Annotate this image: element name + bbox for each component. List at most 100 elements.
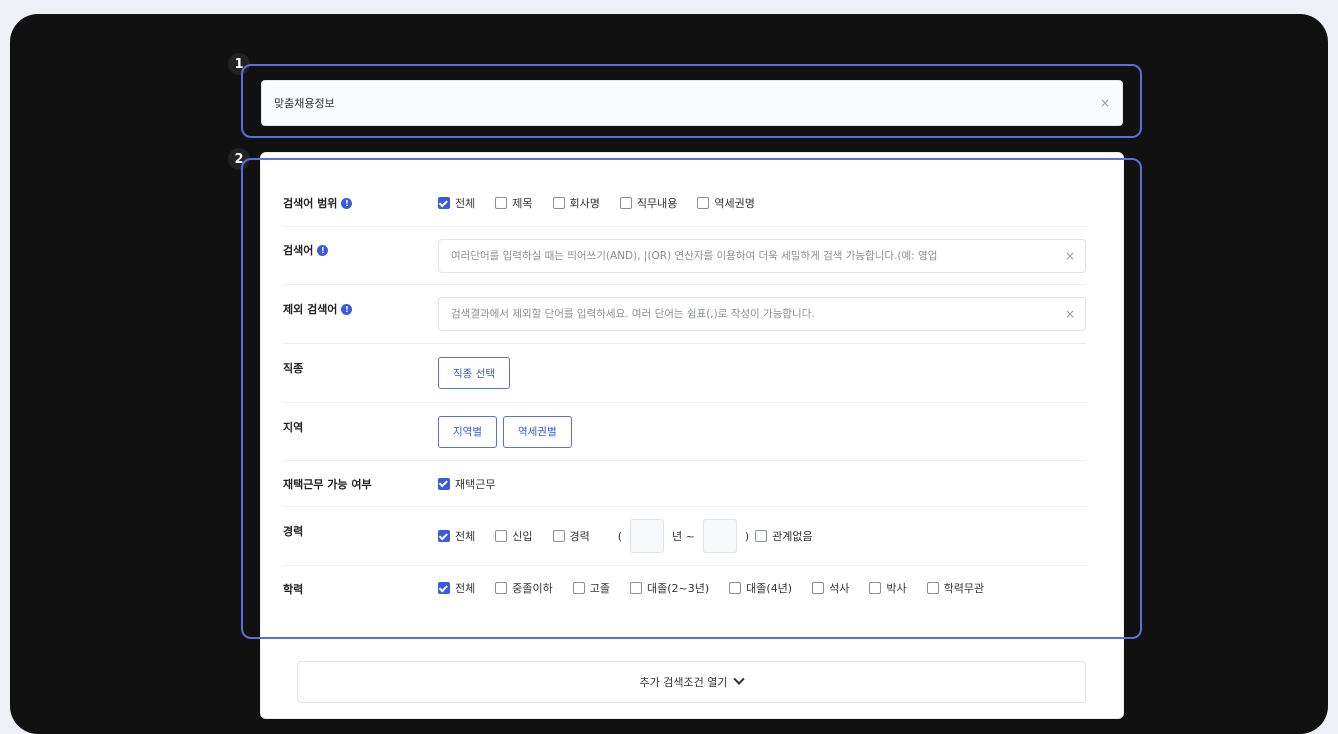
saved-search-name[interactable]: 맞춤채용정보 × bbox=[261, 80, 1123, 126]
checkbox[interactable] bbox=[755, 530, 768, 542]
region-by-area-button[interactable]: 지역별 bbox=[438, 415, 497, 448]
keyword-label: 검색어 ! bbox=[283, 227, 438, 258]
clear-saved-name-icon[interactable]: × bbox=[1100, 96, 1110, 110]
option-label: 신입 bbox=[512, 530, 533, 543]
clear-exclude-keyword-icon[interactable]: × bbox=[1065, 307, 1075, 321]
row-search-scope: 검색어 범위 ! 전체 제목 회사명 직무내용 역세권명 bbox=[283, 180, 1086, 227]
option-label: 석사 bbox=[829, 582, 850, 595]
checkbox[interactable] bbox=[729, 582, 742, 594]
checkbox-checked[interactable] bbox=[438, 477, 450, 490]
checkbox[interactable] bbox=[552, 530, 565, 542]
scope-option-station[interactable]: 역세권명 bbox=[697, 195, 755, 211]
job-type-label: 직종 bbox=[283, 362, 304, 375]
career-min-years-input[interactable] bbox=[630, 519, 665, 553]
keyword-field: × bbox=[438, 238, 1086, 273]
remote-work-label: 재택근무 가능 여부 bbox=[283, 477, 372, 491]
option-label: 대졸(4년) bbox=[746, 582, 793, 595]
saved-search-name-text: 맞춤채용정보 bbox=[274, 97, 335, 110]
option-label: 전체 bbox=[455, 582, 476, 595]
keyword-label-text: 검색어 bbox=[283, 244, 314, 257]
row-education: 학력 전체 중졸이하 고졸 대졸(2~3년) 대졸(4년) 석사 박사 학력무관 bbox=[283, 566, 1086, 634]
region-label: 지역 bbox=[283, 421, 304, 434]
career-option-experienced[interactable]: 경력 bbox=[552, 528, 590, 544]
career-option-new[interactable]: 신입 bbox=[495, 528, 533, 544]
search-scope-label: 검색어 범위 ! bbox=[283, 195, 438, 211]
scope-option-title[interactable]: 제목 bbox=[495, 195, 533, 211]
education-label: 학력 bbox=[283, 583, 304, 596]
row-exclude-keyword: 제외 검색어 ! × bbox=[283, 285, 1086, 344]
career-label: 경력 bbox=[283, 525, 304, 538]
info-icon[interactable]: ! bbox=[341, 303, 353, 315]
education-option-doctor[interactable]: 박사 bbox=[869, 580, 907, 596]
career-option-all[interactable]: 전체 bbox=[438, 528, 475, 544]
keyword-input[interactable] bbox=[449, 248, 1059, 263]
option-label: 학력무관 bbox=[943, 582, 985, 595]
option-label: 전체 bbox=[455, 197, 476, 210]
option-label: 직무내용 bbox=[636, 197, 678, 210]
option-label: 제목 bbox=[512, 197, 533, 210]
checkbox-checked[interactable] bbox=[438, 197, 450, 209]
region-controls: 지역별 역세권별 bbox=[438, 415, 578, 448]
more-search-conditions-label: 추가 검색조건 열기 bbox=[639, 676, 728, 689]
checkbox[interactable] bbox=[495, 197, 508, 209]
career-paren-close: ) bbox=[744, 529, 750, 543]
education-option-college-4[interactable]: 대졸(4년) bbox=[729, 580, 792, 596]
checkbox[interactable] bbox=[697, 197, 710, 209]
exclude-keyword-label-text: 제외 검색어 bbox=[283, 303, 338, 316]
checkbox[interactable] bbox=[629, 582, 642, 594]
info-icon[interactable]: ! bbox=[317, 244, 329, 256]
info-icon[interactable]: ! bbox=[341, 197, 353, 209]
checkbox[interactable] bbox=[495, 530, 508, 542]
career-max-years-input[interactable] bbox=[702, 519, 737, 553]
search-scope-options: 전체 제목 회사명 직무내용 역세권명 bbox=[438, 195, 775, 211]
search-scope-label-text: 검색어 범위 bbox=[283, 197, 338, 210]
checkbox[interactable] bbox=[619, 197, 632, 209]
option-label: 관계없음 bbox=[772, 530, 813, 543]
checkbox-checked[interactable] bbox=[438, 582, 450, 594]
chevron-down-icon bbox=[733, 673, 746, 685]
education-option-all[interactable]: 전체 bbox=[438, 580, 475, 596]
education-option-middle[interactable]: 중졸이하 bbox=[495, 580, 553, 596]
option-label: 고졸 bbox=[589, 582, 610, 595]
option-label: 경력 bbox=[569, 530, 590, 543]
option-label: 역세권명 bbox=[714, 197, 755, 210]
row-keyword: 검색어 ! × bbox=[283, 227, 1086, 285]
checkbox[interactable] bbox=[495, 582, 508, 594]
career-year-separator: 년 ~ bbox=[672, 530, 695, 543]
row-region: 지역 지역별 역세권별 bbox=[283, 403, 1086, 461]
scope-option-all[interactable]: 전체 bbox=[438, 195, 475, 211]
checkbox[interactable] bbox=[572, 582, 585, 594]
region-by-station-button[interactable]: 역세권별 bbox=[502, 415, 572, 448]
career-options: 전체 신입 경력 ( 년 ~ ) 관계없음 bbox=[438, 519, 833, 553]
checkbox-checked[interactable] bbox=[438, 530, 450, 542]
career-paren-open: ( bbox=[617, 529, 623, 543]
checkbox[interactable] bbox=[552, 197, 565, 209]
exclude-keyword-input[interactable] bbox=[449, 307, 1059, 321]
career-option-any[interactable]: 관계없음 bbox=[755, 528, 813, 544]
checkbox[interactable] bbox=[812, 582, 825, 594]
education-options: 전체 중졸이하 고졸 대졸(2~3년) 대졸(4년) 석사 박사 학력무관 bbox=[438, 580, 1018, 596]
scope-option-duty[interactable]: 직무내용 bbox=[619, 195, 678, 211]
exclude-keyword-field: × bbox=[438, 297, 1086, 331]
option-label: 대졸(2~3년) bbox=[646, 582, 710, 595]
clear-keyword-icon[interactable]: × bbox=[1065, 249, 1075, 263]
education-option-college-2-3[interactable]: 대졸(2~3년) bbox=[629, 580, 710, 596]
select-job-type-button[interactable]: 직종 선택 bbox=[438, 357, 510, 389]
checkbox[interactable] bbox=[869, 582, 882, 594]
option-label: 박사 bbox=[886, 582, 907, 595]
exclude-keyword-label: 제외 검색어 ! bbox=[283, 285, 438, 317]
option-label: 전체 bbox=[455, 530, 476, 543]
page-title: 나의 맞춤채용 설정 bbox=[257, 47, 370, 63]
row-remote-work: 재택근무 가능 여부 재택근무 bbox=[283, 461, 1086, 507]
row-career: 경력 전체 신입 경력 ( 년 ~ ) 관계없음 bbox=[283, 507, 1086, 566]
remote-work-options: 재택근무 bbox=[438, 476, 515, 492]
education-option-master[interactable]: 석사 bbox=[812, 580, 849, 596]
remote-work-option[interactable]: 재택근무 bbox=[438, 476, 495, 492]
option-label: 중졸이하 bbox=[512, 582, 553, 595]
education-option-any[interactable]: 학력무관 bbox=[926, 580, 985, 596]
scope-option-company[interactable]: 회사명 bbox=[552, 195, 600, 211]
checkbox[interactable] bbox=[926, 582, 939, 594]
more-search-conditions-button[interactable]: 추가 검색조건 열기 bbox=[297, 661, 1086, 703]
education-option-high[interactable]: 고졸 bbox=[572, 580, 610, 596]
option-label: 재택근무 bbox=[455, 477, 496, 491]
